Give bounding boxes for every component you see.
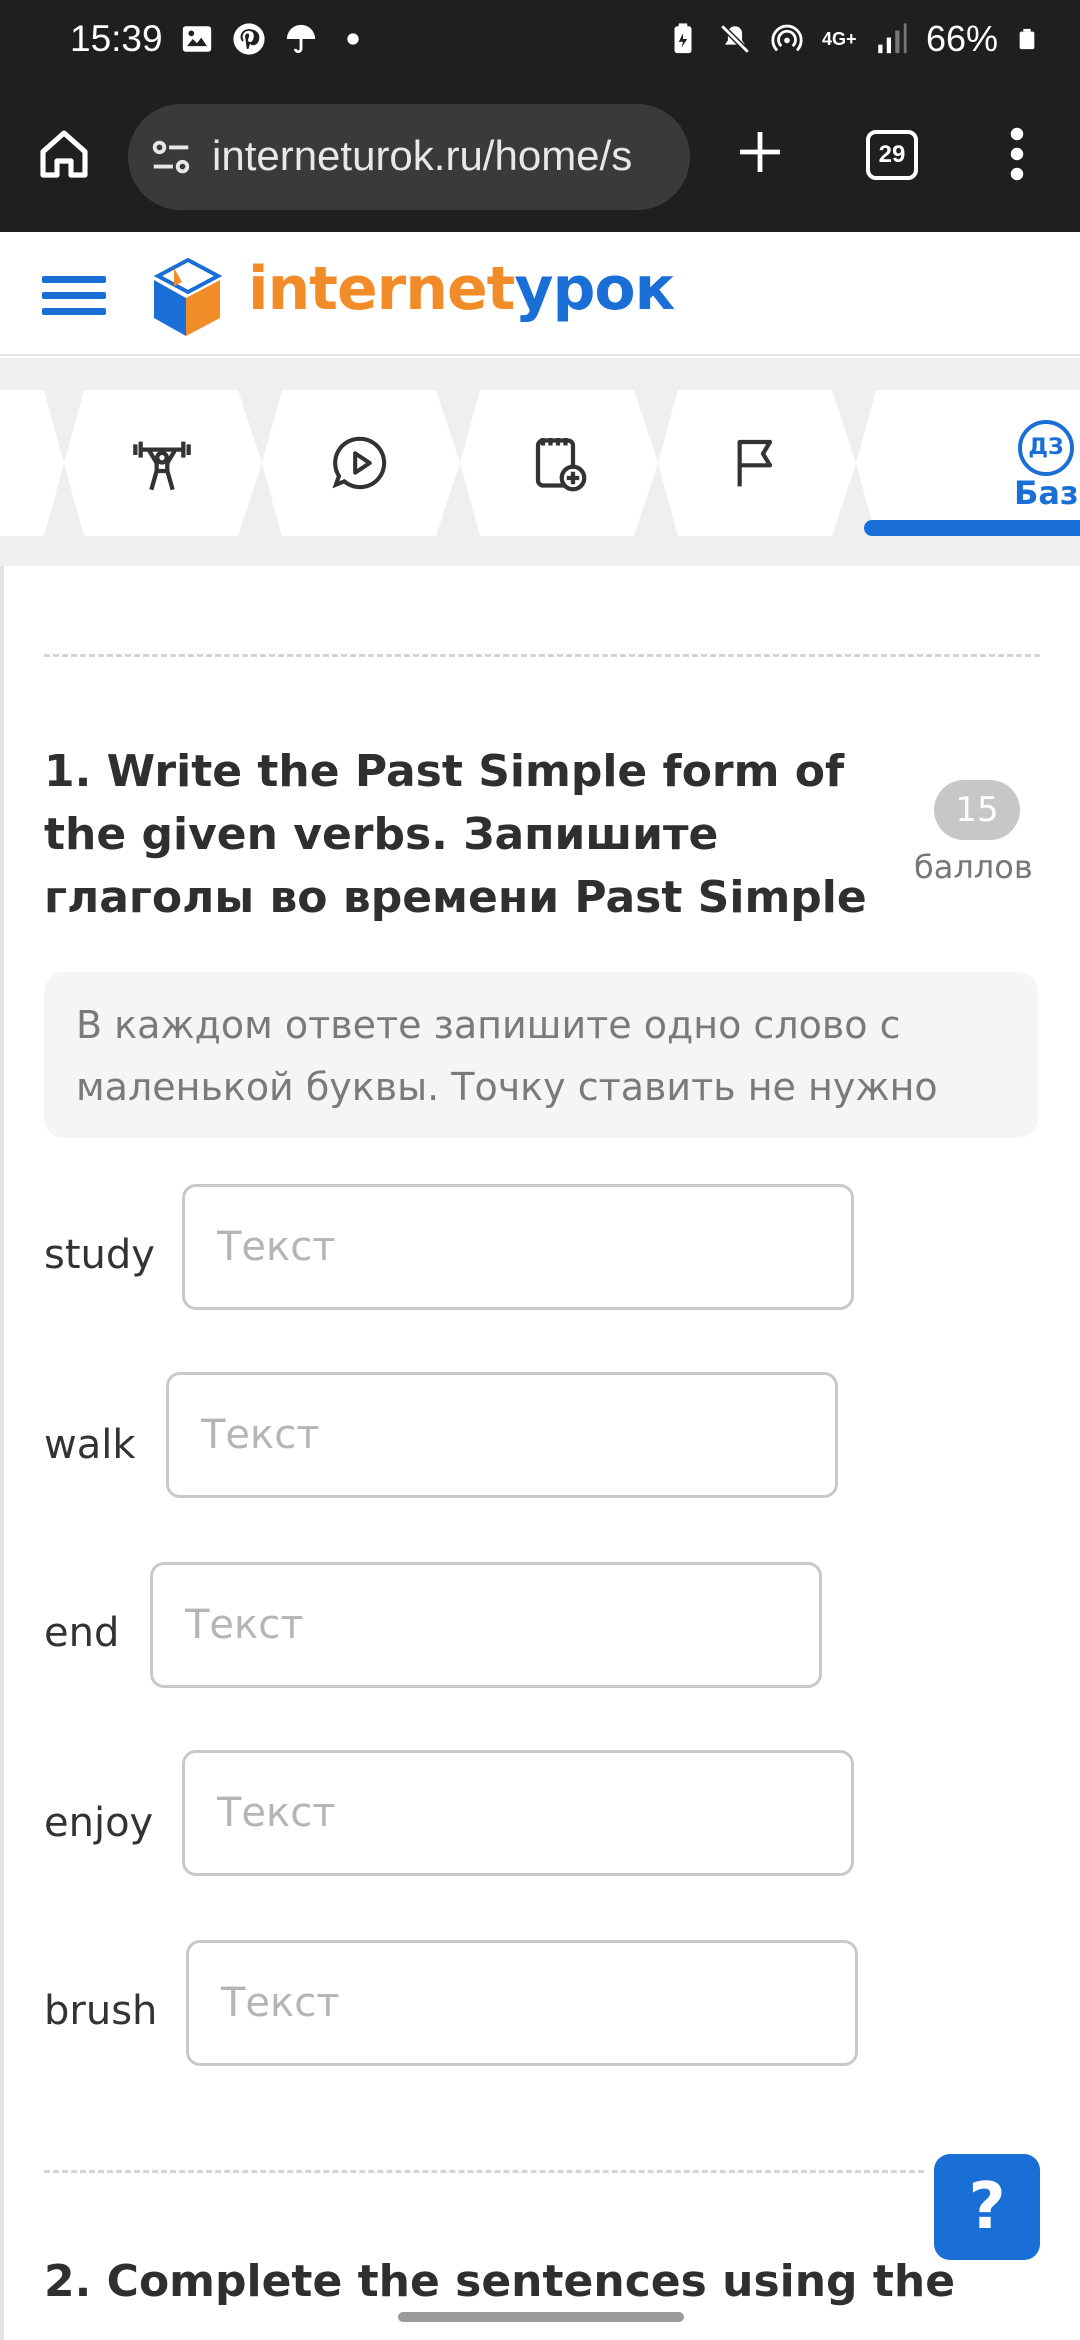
battery-percent: 66% [925, 18, 998, 59]
image-icon [182, 26, 212, 52]
battery-icon [1019, 28, 1035, 50]
logo-book-icon[interactable] [144, 250, 228, 340]
active-step-indicator [864, 520, 1080, 536]
question-2-title: 2. Complete the sentences using the [44, 2256, 956, 2307]
notification-icons [180, 22, 370, 56]
step-homework-label[interactable]: База [1014, 474, 1080, 512]
logo-text[interactable]: internetурок [248, 254, 675, 324]
answer-input-enjoy[interactable] [182, 1750, 854, 1876]
network-type: 4G+ [821, 29, 857, 49]
gesture-navigation-bar[interactable] [398, 2312, 684, 2322]
score-label: баллов [914, 848, 1033, 886]
video-chat-icon [332, 436, 387, 490]
url-text[interactable]: interneturok.ru/home/s [212, 132, 632, 180]
question-1-title: 1. Write the Past Simple form of the giv… [44, 746, 867, 923]
status-time: 15:39 [70, 18, 163, 59]
logo-text-urok: урок [514, 254, 675, 324]
step-notes[interactable] [460, 390, 656, 536]
help-button[interactable]: ? [934, 2154, 1040, 2260]
site-settings-icon[interactable] [148, 134, 194, 180]
more-options-icon[interactable] [1004, 124, 1030, 184]
dot-icon [347, 33, 359, 45]
status-bar: 15:39 4G+ 66% [0, 0, 1080, 84]
step-video[interactable] [262, 390, 458, 536]
score-badge: 15 [934, 780, 1020, 840]
hamburger-menu-icon[interactable] [42, 272, 106, 318]
step-test[interactable] [658, 390, 854, 536]
pinterest-icon [233, 23, 265, 55]
system-icons: 4G+ 66% [666, 18, 1038, 60]
verb-label: brush [44, 1988, 158, 2034]
mute-icon [720, 24, 750, 54]
lesson-steps-nav [0, 358, 1080, 566]
answer-input-study[interactable] [182, 1184, 854, 1310]
homework-icon[interactable]: ДЗ [1018, 420, 1074, 476]
home-icon[interactable] [36, 126, 92, 182]
content-left-border [0, 566, 4, 2340]
answer-input-end[interactable] [150, 1562, 822, 1688]
instruction-box: В каждом ответе запишите одно слово с ма… [44, 972, 1038, 1138]
tab-switcher-button[interactable]: 29 [866, 130, 918, 180]
weightlifter-icon [133, 441, 191, 491]
verb-label: walk [44, 1422, 136, 1468]
verb-label: end [44, 1610, 120, 1656]
step-training[interactable] [64, 390, 260, 536]
verb-label: enjoy [44, 1800, 154, 1846]
hotspot-icon [771, 24, 803, 52]
divider [44, 654, 1040, 657]
logo-text-internet: internet [248, 254, 515, 324]
flag-icon [737, 439, 773, 487]
answer-input-brush[interactable] [186, 1940, 858, 2066]
new-tab-icon[interactable] [736, 128, 784, 176]
battery-saver-icon [674, 23, 692, 54]
verb-label: study [44, 1232, 155, 1278]
address-bar[interactable]: interneturok.ru/home/s [128, 104, 690, 210]
browser-toolbar: interneturok.ru/home/s 29 [0, 84, 1080, 232]
signal-icon [878, 23, 907, 54]
notebook-add-icon [535, 438, 587, 492]
umbrella-icon [286, 24, 316, 54]
divider [44, 2170, 924, 2173]
homework-content: 1. Write the Past Simple form of the giv… [0, 566, 1080, 2340]
answer-input-walk[interactable] [166, 1372, 838, 1498]
site-header: internetурок [0, 232, 1080, 356]
